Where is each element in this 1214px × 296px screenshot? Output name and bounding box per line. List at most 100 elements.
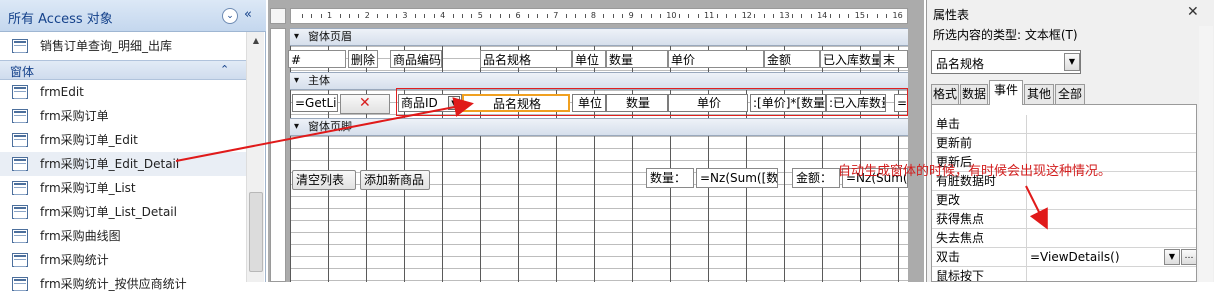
header-label: # xyxy=(288,50,346,68)
nav-item-form[interactable]: frm采购订单_Edit xyxy=(0,128,246,152)
tab-format[interactable]: 格式 xyxy=(931,84,959,104)
vertical-ruler[interactable] xyxy=(270,28,286,282)
property-row[interactable]: 失去焦点 xyxy=(932,229,1196,248)
property-separator xyxy=(1026,210,1027,229)
nav-item-label: frm采购订单_Edit_Detail xyxy=(40,157,180,171)
ruler-tick-label: 8 xyxy=(590,11,596,20)
ruler-dot xyxy=(424,14,426,18)
nav-item-form[interactable]: frm采购订单 xyxy=(0,104,246,128)
nav-pane-header[interactable]: 所有 Access 对象 ⌄ « xyxy=(0,0,266,32)
nav-menu-dropdown-icon[interactable]: ⌄ xyxy=(222,8,238,24)
nav-item-label: frmEdit xyxy=(40,85,84,99)
selection-combo[interactable]: 品名规格 ▼ xyxy=(931,50,1081,74)
ruler-dot xyxy=(499,14,501,18)
navigation-pane: 所有 Access 对象 ⌄ « 销售订单查询_明细_出库 窗体 ⌃ ▲ frm… xyxy=(0,0,266,291)
ruler-dot xyxy=(603,14,605,18)
property-grid: 单击 更新前 更新后 有脏数据时 更改 获得焦点 失去焦点 双击 =ViewDetails() ▼… xyxy=(931,104,1197,282)
form-icon xyxy=(12,109,28,123)
nav-item-label: frm采购统计 xyxy=(40,253,109,267)
ruler-tick-label: 12 xyxy=(741,11,752,20)
ruler-dot xyxy=(678,14,680,18)
shutter-collapse-icon[interactable]: « xyxy=(244,7,252,22)
delete-row-button[interactable]: ✕ xyxy=(340,94,390,114)
nav-item-form[interactable]: frm采购订单_List xyxy=(0,176,246,200)
header-label: 单价 xyxy=(668,50,764,68)
ruler-tick-label: 6 xyxy=(515,11,521,20)
property-row[interactable]: 鼠标按下 xyxy=(932,267,1196,281)
section-bar-form-footer[interactable]: ▾ 窗体页脚 xyxy=(290,118,908,136)
property-row[interactable]: 更改 xyxy=(932,191,1196,210)
header-label: 数量 xyxy=(606,50,668,68)
nav-item-form[interactable]: frm采购订单_Edit_Detail xyxy=(0,152,246,176)
property-scrollbar[interactable] xyxy=(1199,26,1213,282)
chevron-down-icon[interactable]: ▼ xyxy=(1164,249,1180,265)
nav-group-forms[interactable]: 窗体 ⌃ xyxy=(0,60,246,80)
property-row[interactable]: 获得焦点 xyxy=(932,210,1196,229)
tab-event[interactable]: 事件 xyxy=(989,80,1023,105)
horizontal-ruler[interactable]: 1 2 3 4 5 6 7 8 9 10 11 12 13 14 15 16 xyxy=(290,8,908,24)
ruler-dot xyxy=(358,14,360,18)
ruler-dot xyxy=(839,14,840,18)
ruler-tick-label: 4 xyxy=(440,11,446,20)
nav-item-form[interactable]: frm采购统计_按供应商统计 xyxy=(0,272,246,296)
ruler-tick-label: 9 xyxy=(628,11,634,20)
ruler-tick-label: 10 xyxy=(666,11,677,20)
ruler-dot xyxy=(339,14,341,18)
nav-item-form[interactable]: frm采购曲线图 xyxy=(0,224,246,248)
ruler-dot xyxy=(348,14,350,18)
query-icon xyxy=(12,39,28,53)
ruler-dot xyxy=(414,14,416,18)
form-icon xyxy=(12,253,28,267)
tab-data[interactable]: 数据 xyxy=(960,84,988,104)
form-icon xyxy=(12,85,28,99)
section-title: 窗体页脚 xyxy=(308,120,352,133)
form-selector[interactable] xyxy=(270,8,286,24)
nav-item-label: 销售订单查询_明细_出库 xyxy=(40,39,173,53)
ruler-dot xyxy=(471,14,473,18)
form-footer-grid[interactable] xyxy=(290,136,908,282)
section-bar-form-header[interactable]: ▾ 窗体页眉 xyxy=(290,28,908,46)
clear-list-button[interactable]: 清空列表 xyxy=(292,170,356,190)
ruler-dot xyxy=(301,14,303,18)
tab-all[interactable]: 全部 xyxy=(1055,84,1085,104)
property-value[interactable]: =ViewDetails() xyxy=(1030,248,1120,266)
nav-item-form[interactable]: frm采购订单_List_Detail xyxy=(0,200,246,224)
chevron-down-icon[interactable]: ▼ xyxy=(1064,53,1080,71)
scroll-up-icon[interactable]: ▲ xyxy=(249,34,263,48)
property-row[interactable]: 单击 xyxy=(932,115,1196,134)
builder-ellipsis-icon[interactable]: … xyxy=(1181,249,1196,265)
ruler-dot xyxy=(763,14,765,18)
footer-label: 金额： xyxy=(792,168,840,188)
ruler-dot xyxy=(659,14,661,18)
ruler-tick-label: 11 xyxy=(704,11,715,20)
property-row[interactable]: 更新前 xyxy=(932,134,1196,153)
form-design-canvas[interactable]: ▾ 窗体页眉 ▾ 主体 ✕ ▼ ▾ 窗体页脚 # 删除 商品编码 品名规格 单位 数量 单价… xyxy=(288,28,908,282)
ruler-dot xyxy=(641,14,643,18)
ruler-dot xyxy=(320,14,322,18)
form-icon xyxy=(12,277,28,291)
ruler-dot xyxy=(622,14,624,18)
chevron-up-icon[interactable]: ⌃ xyxy=(220,63,229,76)
nav-scrollbar[interactable]: ▲ xyxy=(246,32,264,282)
header-label: 商品编码 xyxy=(390,50,442,68)
nav-pane-title: 所有 Access 对象 xyxy=(8,12,113,27)
nav-item-label: frm采购订单_List_Detail xyxy=(40,205,177,219)
scroll-thumb[interactable] xyxy=(249,192,263,272)
nav-item-query[interactable]: 销售订单查询_明细_出库 xyxy=(0,34,246,58)
combo-dropdown-icon[interactable]: ▼ xyxy=(448,96,460,110)
ruler-tick-label: 13 xyxy=(779,11,790,20)
add-product-button[interactable]: 添加新商品 xyxy=(360,170,430,190)
tab-other[interactable]: 其他 xyxy=(1024,84,1054,104)
selection-combo-value: 品名规格 xyxy=(936,57,985,71)
ruler-dot xyxy=(612,14,614,18)
nav-item-form[interactable]: frm采购统计 xyxy=(0,248,246,272)
property-name: 双击 xyxy=(936,250,961,264)
footer-textbox[interactable]: =Nz(Sum([数 xyxy=(696,168,778,188)
close-icon[interactable]: ✕ xyxy=(1187,4,1199,20)
ruler-dot xyxy=(716,14,718,18)
ruler-tick-label: 5 xyxy=(477,11,483,20)
detail-textbox[interactable]: =GetLir xyxy=(292,94,338,112)
property-row[interactable]: 双击 =ViewDetails() ▼… xyxy=(932,248,1196,267)
nav-item-form[interactable]: frmEdit xyxy=(0,80,246,104)
form-icon xyxy=(12,157,28,171)
